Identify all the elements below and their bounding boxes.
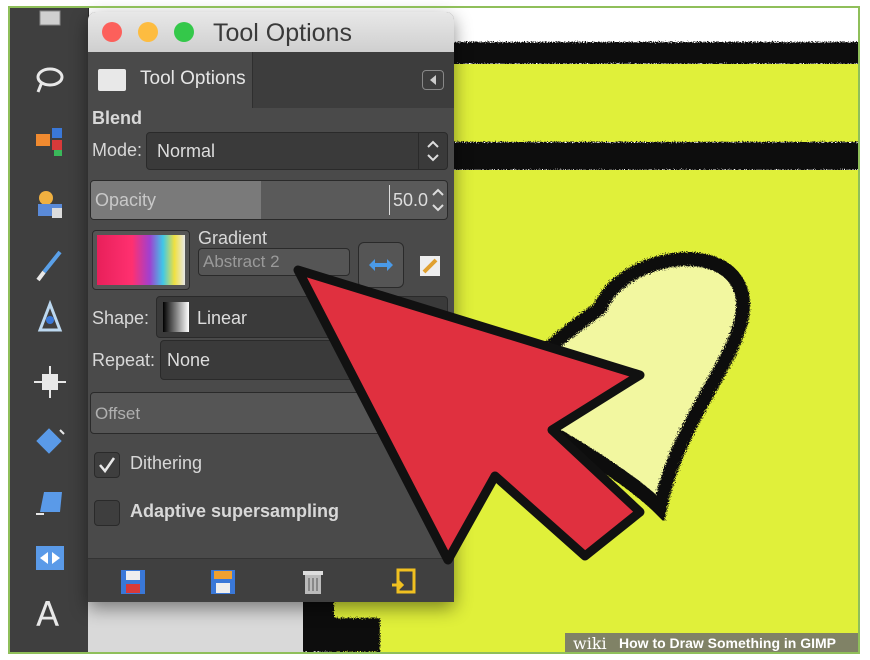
reverse-gradient-button[interactable] <box>358 242 404 288</box>
gradient-name-field[interactable]: Abstract 2 <box>198 248 350 276</box>
ruler <box>88 600 303 652</box>
shape-value: Linear <box>197 308 248 328</box>
linear-shape-icon <box>163 302 189 332</box>
tool-options-window: Tool Options Tool Options Blend Mode: No… <box>88 12 454 602</box>
wikihow-caption: wiki How to Draw Something in GIMP <box>565 633 860 654</box>
dithering-checkbox[interactable] <box>94 452 120 478</box>
options-footer <box>88 558 454 602</box>
delete-icon[interactable] <box>298 567 328 597</box>
move-icon[interactable] <box>30 362 70 402</box>
tab-menu-button[interactable] <box>422 70 444 90</box>
shape-select[interactable]: Linear <box>156 296 448 338</box>
tab-row: Tool Options <box>88 52 454 108</box>
clone-icon[interactable] <box>30 184 70 224</box>
ink-icon[interactable] <box>30 298 70 338</box>
gradient-label: Gradient <box>198 228 268 248</box>
rotate-icon[interactable] <box>30 422 70 462</box>
mode-stepper-icon <box>418 133 447 169</box>
toolbox: A <box>10 8 89 652</box>
repeat-value: None <box>167 350 211 370</box>
gradient-preview <box>97 235 185 285</box>
opacity-stepper-icon[interactable] <box>429 181 447 219</box>
text-icon[interactable]: A <box>30 592 70 632</box>
blend-section-label: Blend <box>92 108 143 128</box>
restore-icon[interactable] <box>208 567 238 597</box>
fuzzy-select-icon[interactable] <box>30 122 70 162</box>
paintbrush-icon[interactable] <box>30 246 70 286</box>
gradient-swatch-button[interactable] <box>92 230 190 290</box>
zoom-button[interactable] <box>174 22 194 42</box>
shape-label: Shape: <box>92 308 150 328</box>
reverse-arrows-icon <box>369 259 393 271</box>
adaptive-supersampling-label: Adaptive supersampling <box>130 501 340 521</box>
gradient-name: Abstract 2 <box>203 252 280 271</box>
opacity-slider[interactable]: Opacity 50.0 <box>90 180 448 220</box>
dithering-label: Dithering <box>130 453 203 473</box>
offset-label: Offset <box>95 404 141 423</box>
minimize-button[interactable] <box>138 22 158 42</box>
close-button[interactable] <box>102 22 122 42</box>
save-icon[interactable] <box>118 567 148 597</box>
opacity-label: Opacity <box>95 190 157 210</box>
mode-select[interactable]: Normal <box>146 132 448 170</box>
reset-icon[interactable] <box>388 567 418 597</box>
caption-text: How to Draw Something in GIMP <box>619 635 836 651</box>
repeat-label: Repeat: <box>92 350 156 370</box>
edit-gradient-icon[interactable] <box>418 252 444 278</box>
mode-label: Mode: <box>92 140 143 160</box>
svg-text:A: A <box>36 595 59 630</box>
screenshot-frame: A Tool Options Tool Options Blend Mode: … <box>0 0 870 660</box>
checkmark-icon <box>99 457 116 474</box>
window-titlebar[interactable]: Tool Options <box>88 12 454 53</box>
tab-label: Tool Options <box>140 68 246 89</box>
tab-menu-icon <box>430 75 436 85</box>
caption-brand: wiki <box>573 634 607 653</box>
opacity-value: 50.0 <box>393 190 429 210</box>
tool-options-icon <box>98 69 126 91</box>
adaptive-supersampling-checkbox[interactable] <box>94 500 120 526</box>
repeat-select[interactable]: None <box>160 340 448 380</box>
toolbox-top-handle <box>30 8 70 30</box>
yellow-strip <box>450 64 860 142</box>
perspective-icon[interactable] <box>30 482 70 522</box>
flip-icon[interactable] <box>30 538 70 578</box>
tab-tool-options[interactable]: Tool Options <box>88 52 253 108</box>
window-title: Tool Options <box>213 19 352 47</box>
free-select-icon[interactable] <box>30 60 70 100</box>
mode-value: Normal <box>157 141 216 161</box>
offset-slider[interactable]: Offset <box>90 392 448 434</box>
